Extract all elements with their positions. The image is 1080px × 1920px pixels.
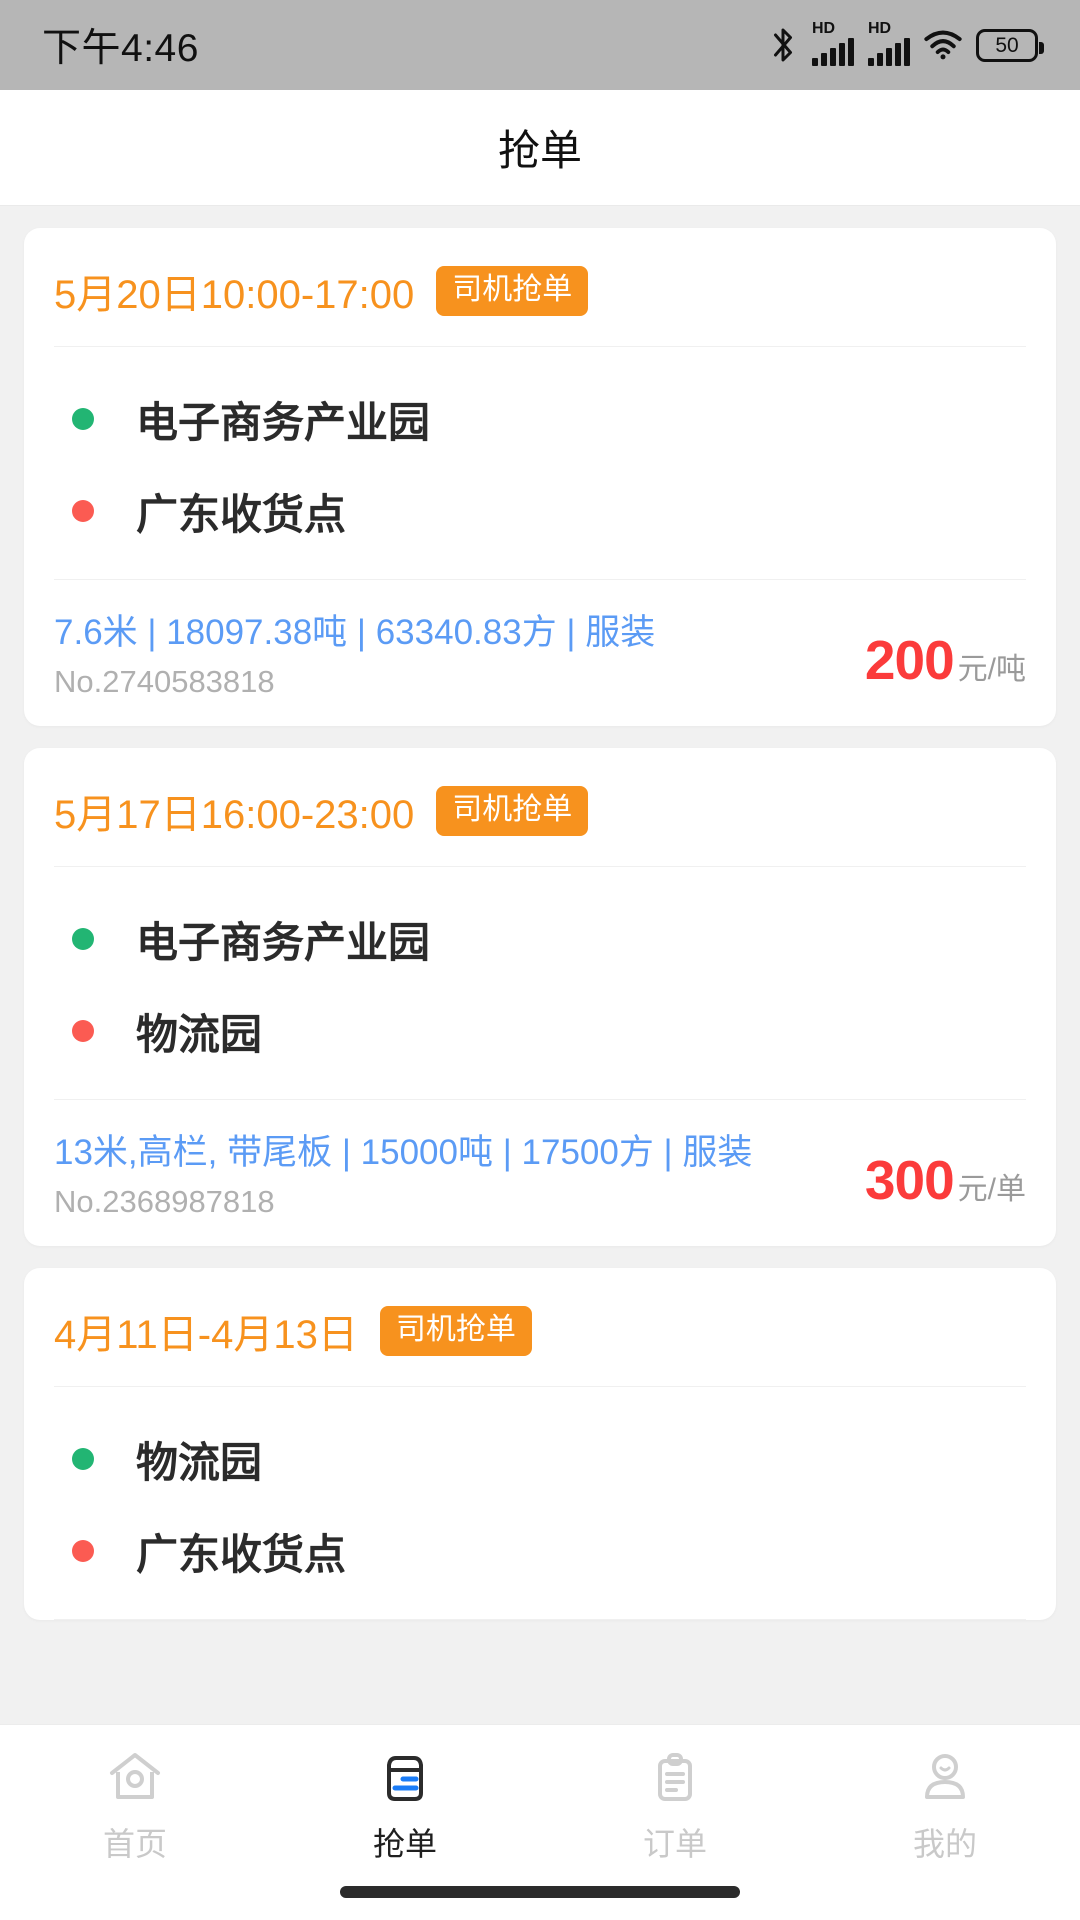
origin-dot-icon bbox=[72, 408, 94, 430]
page-header: 抢单 bbox=[0, 90, 1080, 206]
bluetooth-icon bbox=[774, 28, 792, 62]
status-bar-icons: HD HD 50 bbox=[768, 20, 1044, 66]
signal-bars-icon-1: HD bbox=[812, 20, 854, 66]
order-price: 300 元/单 bbox=[865, 1148, 1026, 1220]
route-start-row: 电子商务产业园 bbox=[54, 893, 1026, 985]
destination-name: 广东收货点 bbox=[136, 1530, 347, 1578]
route-end-row: 广东收货点 bbox=[54, 465, 1026, 557]
route-end-row: 物流园 bbox=[54, 985, 1026, 1077]
status-badge: 司机抢单 bbox=[436, 266, 589, 316]
status-badge: 司机抢单 bbox=[436, 786, 589, 836]
origin-dot-icon bbox=[72, 1448, 94, 1470]
order-date: 5月17日16:00-23:00 bbox=[54, 793, 415, 837]
order-card[interactable]: 4月11日-4月13日 司机抢单 物流园 广东收货点 bbox=[24, 1268, 1056, 1620]
home-indicator bbox=[340, 1886, 740, 1898]
order-date: 5月20日10:00-17:00 bbox=[54, 273, 415, 317]
order-meta: 7.6米 | 18097.38吨 | 63340.83方 | 服装 No.274… bbox=[54, 580, 1026, 726]
origin-name: 电子商务产业园 bbox=[136, 918, 431, 966]
order-card-header: 5月20日10:00-17:00 司机抢单 bbox=[54, 228, 1026, 347]
order-route: 电子商务产业园 广东收货点 bbox=[54, 347, 1026, 580]
origin-dot-icon bbox=[72, 928, 94, 950]
destination-name: 广东收货点 bbox=[136, 490, 347, 538]
destination-dot-icon bbox=[72, 1540, 94, 1562]
status-bar: 下午4:46 HD HD 50 bbox=[0, 0, 1080, 90]
tab-home-label: 首页 bbox=[102, 1826, 167, 1862]
order-route: 物流园 广东收货点 bbox=[54, 1387, 1026, 1620]
clipboard-icon bbox=[646, 1747, 704, 1809]
origin-name: 物流园 bbox=[136, 1438, 263, 1486]
price-value: 300 bbox=[864, 1149, 955, 1211]
home-icon bbox=[106, 1747, 164, 1809]
order-card[interactable]: 5月20日10:00-17:00 司机抢单 电子商务产业园 广东收货点 7.6米… bbox=[24, 228, 1056, 726]
order-card-header: 4月11日-4月13日 司机抢单 bbox=[54, 1268, 1026, 1387]
price-unit: 元/吨 bbox=[957, 653, 1026, 686]
order-date: 4月11日-4月13日 bbox=[54, 1313, 358, 1357]
order-meta: 13米,高栏, 带尾板 | 15000吨 | 17500方 | 服装 No.23… bbox=[54, 1100, 1026, 1246]
destination-dot-icon bbox=[72, 500, 94, 522]
battery-icon: 50 bbox=[976, 28, 1044, 62]
order-number: No.2740583818 bbox=[54, 664, 275, 699]
bottom-tab-bar: 首页 抢单 订单 我的 bbox=[0, 1724, 1080, 1920]
order-number: No.2368987818 bbox=[54, 1184, 275, 1219]
box-order-icon bbox=[376, 1747, 434, 1809]
route-start-row: 物流园 bbox=[54, 1413, 1026, 1505]
destination-dot-icon bbox=[72, 1020, 94, 1042]
tab-orders[interactable]: 订单 bbox=[540, 1725, 810, 1865]
battery-level: 50 bbox=[995, 33, 1019, 57]
person-icon bbox=[916, 1747, 974, 1809]
cargo-spec: 7.6米 | 18097.38吨 | 63340.83方 | 服装 bbox=[54, 613, 656, 652]
tab-grab-order[interactable]: 抢单 bbox=[270, 1725, 540, 1865]
order-card[interactable]: 5月17日16:00-23:00 司机抢单 电子商务产业园 物流园 13米,高栏… bbox=[24, 748, 1056, 1246]
page-title: 抢单 bbox=[497, 127, 582, 174]
tab-home[interactable]: 首页 bbox=[0, 1725, 270, 1865]
tab-profile[interactable]: 我的 bbox=[810, 1725, 1080, 1865]
route-start-row: 电子商务产业园 bbox=[54, 373, 1026, 465]
order-card-header: 5月17日16:00-23:00 司机抢单 bbox=[54, 748, 1026, 867]
signal-bars-icon-2: HD bbox=[868, 20, 910, 66]
price-unit: 元/单 bbox=[957, 1173, 1026, 1206]
status-bar-time: 下午4:46 bbox=[42, 27, 199, 70]
destination-name: 物流园 bbox=[136, 1010, 263, 1058]
hd-label-2: HD bbox=[868, 20, 892, 37]
order-route: 电子商务产业园 物流园 bbox=[54, 867, 1026, 1100]
cargo-spec: 13米,高栏, 带尾板 | 15000吨 | 17500方 | 服装 bbox=[54, 1133, 753, 1172]
origin-name: 电子商务产业园 bbox=[136, 398, 431, 446]
order-list[interactable]: 5月20日10:00-17:00 司机抢单 电子商务产业园 广东收货点 7.6米… bbox=[0, 206, 1080, 1920]
tab-orders-label: 订单 bbox=[642, 1826, 707, 1862]
route-end-row: 广东收货点 bbox=[54, 1505, 1026, 1597]
order-price: 200 元/吨 bbox=[865, 628, 1026, 700]
price-value: 200 bbox=[864, 629, 955, 691]
status-badge: 司机抢单 bbox=[379, 1306, 532, 1356]
wifi-icon bbox=[924, 30, 962, 60]
tab-grab-order-label: 抢单 bbox=[372, 1826, 437, 1862]
hd-label-1: HD bbox=[812, 20, 836, 37]
tab-profile-label: 我的 bbox=[912, 1826, 977, 1862]
